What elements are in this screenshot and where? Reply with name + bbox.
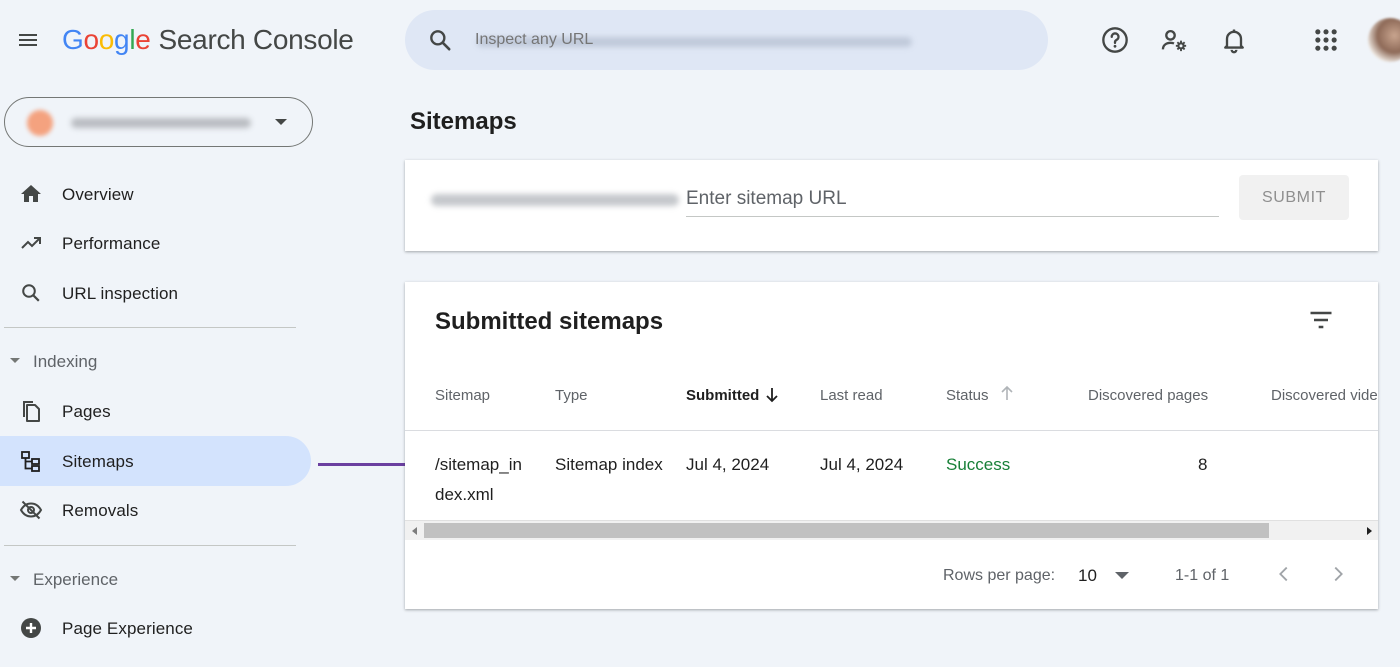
property-selector[interactable] <box>4 97 313 147</box>
section-heading: Experience <box>33 570 119 589</box>
collapse-arrow-icon <box>10 358 20 363</box>
sidebar-item-url-inspection[interactable]: URL inspection <box>0 268 311 318</box>
search-icon <box>22 284 40 302</box>
table-row[interactable]: /sitemap_in dex.xml Sitemap index Jul 4,… <box>405 431 1378 519</box>
column-header-submitted[interactable]: Submitted <box>686 387 759 404</box>
sidebar-item-label: Performance <box>62 234 161 253</box>
arrow-drop-down-icon[interactable] <box>1115 572 1129 579</box>
add-sitemap-card: SUBMIT <box>405 160 1378 251</box>
sidebar-item-label: Overview <box>62 185 134 204</box>
section-heading: Indexing <box>33 352 98 371</box>
visibility-off-icon <box>19 500 43 520</box>
top-bar: Google Search Console <box>0 0 1400 80</box>
sidebar-item-overview[interactable]: Overview <box>0 169 311 219</box>
arrow-drop-down-icon <box>275 119 287 125</box>
scroll-right-icon[interactable] <box>1367 527 1372 535</box>
sidebar-item-removals[interactable]: Removals <box>0 485 311 535</box>
page-title: Sitemaps <box>410 108 517 135</box>
sidebar-divider <box>4 545 296 546</box>
rows-per-page-label: Rows per page: <box>943 567 1056 584</box>
card-title: Submitted sitemaps <box>435 308 664 335</box>
sidebar-item-performance[interactable]: Performance <box>0 218 311 268</box>
search-input[interactable] <box>475 24 1015 56</box>
manage-users-icon[interactable] <box>1160 26 1188 54</box>
chevron-right-icon[interactable] <box>1327 563 1349 585</box>
sidebar-item-page-experience[interactable]: Page Experience <box>0 603 311 653</box>
cell-sitemap: /sitemap_in dex.xml <box>435 455 522 504</box>
sidebar-item-sitemaps[interactable]: Sitemaps <box>0 436 311 486</box>
filter-list-icon[interactable] <box>1307 306 1335 334</box>
sidebar-divider <box>4 327 296 328</box>
column-header-discovered-videos[interactable]: Discovered vide <box>1271 387 1378 404</box>
pagination-range: 1-1 of 1 <box>1175 567 1230 584</box>
url-inspect-search-bar[interactable] <box>405 10 1048 70</box>
collapse-arrow-icon <box>10 576 20 581</box>
sitemap-url-input[interactable] <box>686 182 1219 216</box>
help-icon[interactable] <box>1101 26 1129 54</box>
apps-grid-icon[interactable] <box>1312 26 1340 54</box>
column-header-type[interactable]: Type <box>555 387 588 404</box>
sidebar-item-pages[interactable]: Pages <box>0 386 311 436</box>
cell-submitted: Jul 4, 2024 <box>686 455 770 474</box>
search-console-logo[interactable]: Google Search Console <box>62 24 354 56</box>
property-favicon <box>27 110 53 136</box>
sidebar-section-indexing[interactable]: Indexing <box>0 346 300 376</box>
arrow-downward-icon[interactable] <box>763 386 781 404</box>
sidebar-item-label: Page Experience <box>62 619 193 638</box>
sidebar-item-label: URL inspection <box>62 284 179 303</box>
cell-type: Sitemap index <box>555 455 663 474</box>
rows-per-page-select[interactable]: 10 <box>1078 566 1097 586</box>
account-avatar[interactable] <box>1368 18 1400 62</box>
scroll-left-icon[interactable] <box>412 527 417 535</box>
menu-icon[interactable] <box>16 28 40 52</box>
chevron-left-icon[interactable] <box>1273 563 1295 585</box>
cell-last-read: Jul 4, 2024 <box>820 455 904 474</box>
search-icon[interactable] <box>427 27 453 53</box>
pages-icon <box>23 401 40 422</box>
blurred-domain-prefix <box>431 194 679 206</box>
arrow-upward-icon[interactable] <box>998 384 1016 402</box>
trending-up-icon <box>21 237 41 249</box>
column-header-status[interactable]: Status <box>946 387 989 404</box>
horizontal-scrollbar[interactable] <box>405 520 1378 540</box>
home-icon <box>21 185 41 202</box>
sidebar-section-experience[interactable]: Experience <box>0 564 300 594</box>
column-header-sitemap[interactable]: Sitemap <box>435 387 490 404</box>
blurred-property-url <box>71 118 251 128</box>
cell-status: Success <box>946 455 1011 474</box>
add-circle-icon <box>21 618 41 638</box>
submit-button[interactable]: SUBMIT <box>1239 175 1349 220</box>
sidebar-item-label: Removals <box>62 501 139 520</box>
cell-discovered-pages: 8 <box>1198 455 1208 474</box>
notifications-icon[interactable] <box>1220 26 1248 54</box>
submitted-sitemaps-card: Submitted sitemaps Sitemap Type Submitte… <box>405 282 1378 609</box>
sidebar-item-label: Pages <box>62 402 111 421</box>
sidebar-item-label: Sitemaps <box>62 452 134 471</box>
sitemap-url-field <box>686 182 1219 217</box>
product-name: Search Console <box>158 24 354 55</box>
sitemap-icon <box>21 451 40 472</box>
column-header-last-read[interactable]: Last read <box>820 387 883 404</box>
column-header-discovered-pages[interactable]: Discovered pages <box>1088 387 1208 404</box>
scrollbar-thumb[interactable] <box>424 523 1269 538</box>
